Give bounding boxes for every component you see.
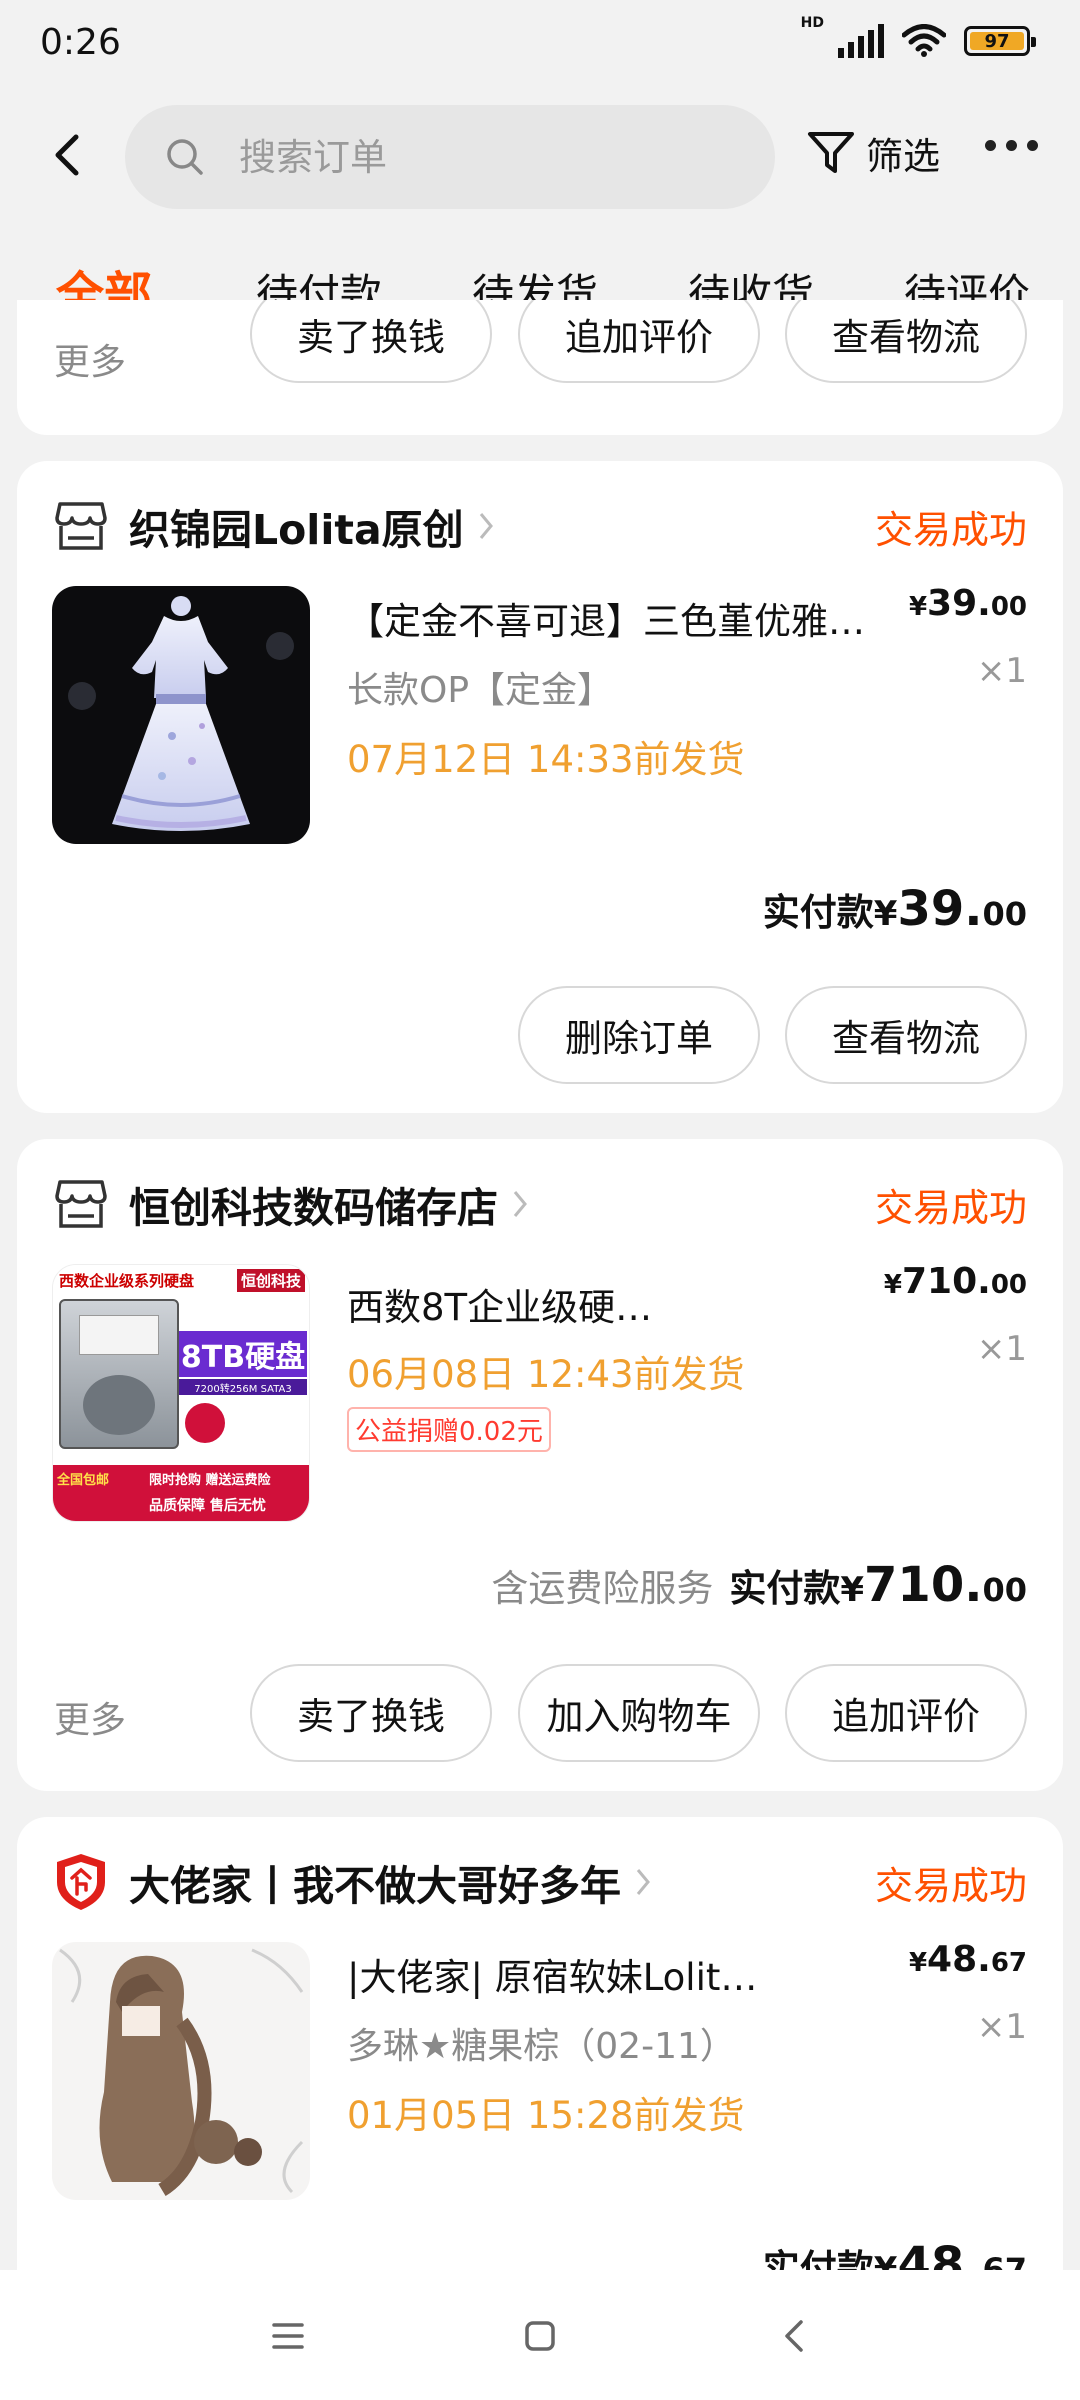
ship-deadline: 06月08日 12:43前发货 — [347, 1353, 745, 1396]
order-total: 含运费险服务 实付款 ¥ 710. 00 — [491, 1557, 1027, 1613]
shop-icon — [53, 1176, 109, 1232]
battery-icon: 97 — [964, 26, 1036, 56]
total-label: 实付款 — [762, 891, 874, 934]
thumb-footer-left: 全国包邮 — [57, 1473, 110, 1488]
order-status: 交易成功 — [874, 1864, 1027, 1908]
item-quantity: ×1 — [976, 651, 1027, 691]
item-price: ¥39.00 — [909, 583, 1027, 624]
product-title[interactable]: |大佬家| 原宿软妹Lolit… — [347, 1947, 757, 2001]
more-options-button[interactable] — [985, 140, 1038, 151]
header: 筛选 — [0, 100, 1080, 210]
enterprise-shop-icon — [53, 1854, 109, 1910]
home-button[interactable] — [516, 2312, 564, 2360]
shop-header[interactable]: 恒创科技数码储存店 — [53, 1169, 532, 1239]
add-review-button[interactable]: 追加评价 — [785, 1664, 1027, 1762]
system-nav-bar — [0, 2270, 1080, 2400]
thumb-caption: 西数企业级系列硬盘 — [59, 1271, 195, 1290]
view-logistics-button[interactable]: 查看物流 — [785, 300, 1027, 383]
item-quantity: ×1 — [976, 2007, 1027, 2047]
item-price: ¥710.00 — [884, 1261, 1027, 1302]
order-status: 交易成功 — [874, 508, 1027, 552]
battery-level: 97 — [984, 30, 1010, 52]
sell-button[interactable]: 卖了换钱 — [250, 300, 492, 383]
chevron-right-icon — [512, 1187, 532, 1221]
total-cents: 00 — [982, 1571, 1027, 1609]
menu-icon — [272, 2323, 304, 2349]
total-integer: 39. — [897, 881, 983, 937]
product-title[interactable]: 西数8T企业级硬… — [347, 1277, 652, 1331]
search-box[interactable] — [125, 105, 775, 209]
filter-button[interactable]: 筛选 — [806, 126, 940, 180]
price-cents: 00 — [990, 592, 1027, 622]
back-arrow-icon — [785, 2320, 803, 2352]
currency-symbol: ¥ — [908, 1948, 928, 1978]
more-link[interactable]: 更多 — [54, 333, 126, 385]
search-input[interactable] — [239, 135, 739, 179]
product-image[interactable]: 西数企业级系列硬盘 恒创科技 8TB硬盘 7200转256M SATA3 全国包… — [52, 1264, 310, 1522]
currency-symbol: ¥ — [908, 592, 928, 622]
thumb-spec: 7200转256M SATA3 — [179, 1379, 307, 1395]
back-icon — [55, 134, 79, 176]
wifi-icon — [902, 24, 946, 57]
back-button[interactable] — [42, 130, 92, 180]
thumb-capacity: 8TB硬盘 — [179, 1331, 307, 1377]
price-cents: 67 — [990, 1948, 1027, 1978]
price-integer: 39. — [927, 583, 991, 624]
currency-symbol: ¥ — [883, 1270, 902, 1300]
filter-icon — [808, 132, 854, 173]
system-back-button[interactable] — [770, 2312, 818, 2360]
item-price: ¥48.67 — [909, 1939, 1027, 1980]
product-title[interactable]: 【定金不喜可退】三色堇优雅… — [347, 591, 865, 645]
menu-button[interactable] — [264, 2312, 312, 2360]
shop-name: 织锦园Lolita原创 — [129, 506, 464, 554]
status-time: 0:26 — [40, 22, 121, 63]
status-icons: HD 97 — [801, 15, 1036, 58]
view-logistics-button[interactable]: 查看物流 — [785, 986, 1027, 1084]
search-icon — [165, 135, 209, 179]
price-integer: 48. — [927, 1939, 991, 1980]
item-quantity: ×1 — [976, 1329, 1027, 1369]
order-card: 恒创科技数码储存店 交易成功 西数企业级系列硬盘 恒创科技 8TB硬盘 7200… — [17, 1139, 1063, 1791]
shop-icon — [53, 498, 109, 554]
shop-name: 大佬家丨我不做大哥好多年 — [129, 1862, 621, 1910]
shop-header[interactable]: 织锦园Lolita原创 — [53, 491, 498, 561]
thumb-footer-right: 限时抢购 赠送运费险 — [149, 1473, 271, 1488]
more-link[interactable]: 更多 — [54, 1691, 126, 1743]
shipping-insurance-note: 含运费险服务 — [491, 1567, 714, 1610]
thumb-footer-bottom: 品质保障 售后无忧 — [149, 1498, 266, 1514]
total-label: 实付款 — [729, 1567, 841, 1610]
sell-button[interactable]: 卖了换钱 — [250, 1664, 492, 1762]
delete-order-button[interactable]: 删除订单 — [518, 986, 760, 1084]
order-card: 大佬家丨我不做大哥好多年 交易成功 |大佬家| 原宿软妹Lolit… 多琳★糖果… — [17, 1817, 1063, 2317]
shop-header[interactable]: 大佬家丨我不做大哥好多年 — [53, 1847, 655, 1917]
order-total: 实付款 ¥ 39. 00 — [763, 881, 1027, 937]
order-card: 织锦园Lolita原创 交易成功 【定金不喜可退】三色堇优雅… 长款OP【定金】… — [17, 461, 1063, 1113]
home-icon — [525, 2321, 555, 2351]
order-card-previous: 更多 卖了换钱 追加评价 查看物流 — [17, 300, 1063, 435]
price-cents: 00 — [990, 1270, 1027, 1300]
filter-label: 筛选 — [866, 135, 940, 178]
product-spec: 长款OP【定金】 — [347, 670, 614, 711]
charity-badge: 公益捐赠0.02元 — [347, 1407, 551, 1452]
shop-name: 恒创科技数码储存店 — [129, 1184, 498, 1232]
total-cents: 00 — [982, 895, 1027, 933]
ship-deadline: 01月05日 15:28前发货 — [347, 2094, 745, 2137]
price-integer: 710. — [901, 1261, 991, 1302]
ship-deadline: 07月12日 14:33前发货 — [347, 738, 745, 781]
signal-icon — [838, 24, 884, 58]
hd-indicator: HD — [800, 15, 824, 31]
thumb-brand: 恒创科技 — [236, 1268, 305, 1292]
chevron-right-icon — [478, 509, 498, 543]
chevron-right-icon — [635, 1865, 655, 1899]
currency-symbol: ¥ — [873, 894, 898, 934]
total-integer: 710. — [864, 1557, 983, 1613]
order-status: 交易成功 — [874, 1186, 1027, 1230]
product-spec: 多琳★糖果棕（02-11） — [347, 2026, 736, 2067]
product-image[interactable] — [52, 586, 310, 844]
currency-symbol: ¥ — [840, 1570, 865, 1610]
add-to-cart-button[interactable]: 加入购物车 — [518, 1664, 760, 1762]
add-review-button[interactable]: 追加评价 — [518, 300, 760, 383]
status-bar: 0:26 HD 97 — [0, 0, 1080, 90]
product-image[interactable] — [52, 1942, 310, 2200]
